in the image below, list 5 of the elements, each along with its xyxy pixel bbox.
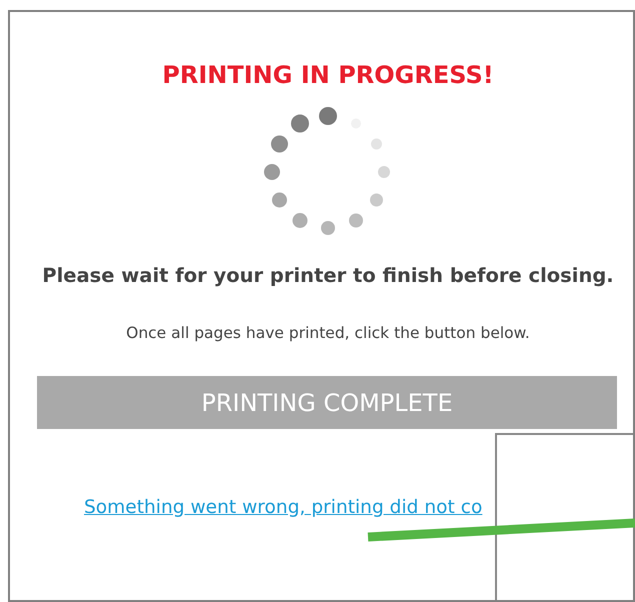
wait-message: Please wait for your printer to finish before closing. (42, 264, 614, 287)
printing-complete-button[interactable]: PRINTING COMPLETE (37, 376, 617, 429)
instruction-text: Once all pages have printed, click the button below. (126, 324, 530, 342)
problem-link[interactable]: Something went wrong, printing did not co (84, 497, 482, 518)
status-title: PRINTING IN PROGRESS! (162, 61, 494, 89)
